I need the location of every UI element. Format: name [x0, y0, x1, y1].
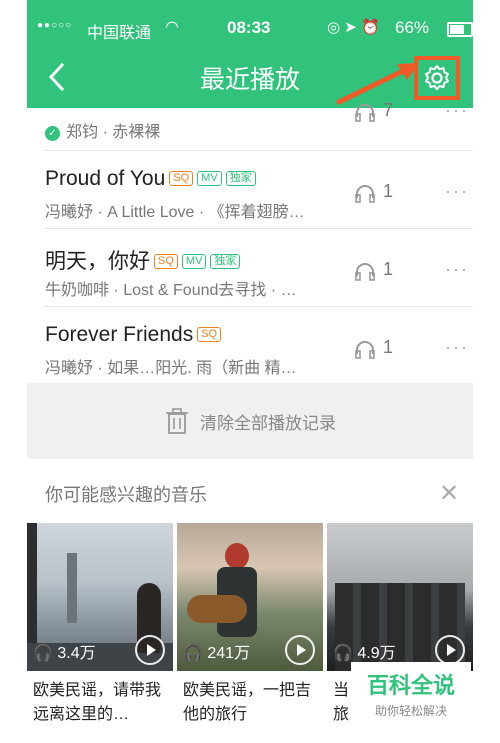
play-count: 🎧 4.9万 — [333, 645, 396, 662]
phone-screen: ●●○○○ 中国联通 ◠ 08:33 ◎ ➤ ⏰ 66% 最近播放 ✓ 郑钧 ·… — [27, 0, 473, 743]
headphone-icon — [355, 341, 375, 359]
playlist-cover: 🎧 241万 — [177, 523, 323, 671]
gear-icon — [425, 65, 449, 91]
song-row[interactable]: Proud of You SQ MV 独家 冯曦妤 · A Little Love ·… — [45, 151, 473, 229]
trash-icon — [166, 408, 188, 434]
mv-badge[interactable]: MV — [181, 254, 207, 269]
watermark-subtitle: 助你轻松解决 — [374, 704, 447, 718]
wifi-icon: ◠ — [165, 19, 179, 36]
tower-shape — [67, 553, 77, 623]
screenshot-frame: ●●○○○ 中国联通 ◠ 08:33 ◎ ➤ ⏰ 66% 最近播放 ✓ 郑钧 ·… — [0, 0, 500, 743]
song-meta: 牛奶咖啡 · Lost & Found去寻找 · … — [45, 282, 297, 299]
playlist-cover: 🎧 3.4万 — [27, 523, 173, 671]
playlist-cover: 🎧 4.9万 — [327, 523, 473, 671]
song-row[interactable]: ✓ 郑钧 · 赤裸裸 7 ··· — [45, 100, 473, 151]
play-count: 1 — [383, 337, 394, 357]
clock: 08:33 — [227, 18, 271, 37]
exclusive-badge: 独家 — [210, 254, 241, 269]
play-count: 🎧 3.4万 — [33, 645, 96, 662]
close-icon[interactable]: ✕ — [439, 479, 459, 508]
person-hat — [225, 543, 249, 569]
song-row[interactable]: 明天，你好 SQ MV 独家 牛奶咖啡 · Lost & Found去寻找 · … 1… — [45, 229, 473, 307]
song-title: 明天，你好 — [45, 250, 150, 273]
guitar-shape — [187, 595, 247, 623]
play-count: 7 — [383, 100, 394, 120]
song-meta: 冯曦妤 · A Little Love · 《挥着翅膀… — [45, 204, 305, 221]
song-meta: ✓ 郑钧 · 赤裸裸 — [45, 118, 345, 142]
watermark-title: 百科全说 — [366, 673, 455, 698]
play-button[interactable] — [135, 635, 165, 665]
headphone-icon — [355, 263, 375, 281]
section-title: 你可能感兴趣的音乐 — [45, 485, 207, 505]
headphone-icon — [355, 104, 375, 122]
suggested-music-header: 你可能感兴趣的音乐 ✕ — [27, 459, 473, 523]
playlist-caption: 欧美民谣，一把吉他的旅行 — [183, 682, 312, 723]
play-count: 🎧 241万 — [183, 645, 251, 662]
play-count: 1 — [383, 181, 394, 201]
clear-history-label: 清除全部播放记录 — [200, 413, 336, 433]
more-options-button[interactable]: ··· — [445, 181, 469, 202]
verified-icon: ✓ — [45, 126, 60, 141]
battery-icon — [447, 22, 473, 37]
playlist-caption: 欧美民谣，请带我远离这里的… — [33, 682, 162, 723]
playlist-card[interactable]: 🎧 3.4万 欧美民谣，请带我远离这里的… — [27, 523, 173, 727]
sq-badge: SQ — [169, 171, 194, 186]
watermark: 百科全说 助你轻松解决 — [351, 662, 471, 722]
sq-badge: SQ — [154, 254, 178, 269]
recent-song-list: ✓ 郑钧 · 赤裸裸 7 ··· Proud of You SQ MV 独家 冯曦妤 ·… — [27, 100, 473, 384]
play-button[interactable] — [285, 635, 315, 665]
song-title-row: Forever Friends SQ — [45, 323, 222, 347]
exclusive-badge: 独家 — [225, 171, 256, 186]
playlist-card[interactable]: 🎧 241万 欧美民谣，一把吉他的旅行 — [177, 523, 323, 727]
clear-history-button[interactable]: 清除全部播放记录 — [27, 383, 473, 459]
headphone-icon — [355, 185, 375, 203]
signal-icon: ●●○○○ — [37, 20, 73, 31]
status-bar: ●●○○○ 中国联通 ◠ 08:33 ◎ ➤ ⏰ 66% — [27, 0, 473, 44]
song-meta: 冯曦妤 · 如果…阳光. 雨（新曲 精… — [45, 360, 297, 377]
battery-percent: 66% — [395, 18, 430, 37]
sq-badge: SQ — [197, 327, 222, 342]
song-title: Forever Friends — [45, 323, 194, 346]
more-options-button[interactable]: ··· — [445, 259, 469, 280]
song-title: Proud of You — [45, 167, 166, 190]
carrier-label: 中国联通 — [87, 25, 152, 42]
song-title-row: 明天，你好 SQ MV 独家 — [45, 245, 241, 275]
more-options-button[interactable]: ··· — [445, 100, 469, 121]
annotation-arrow — [336, 63, 419, 105]
song-row[interactable]: Forever Friends SQ 冯曦妤 · 如果…阳光. 雨（新曲 精… 1… — [45, 307, 473, 384]
play-count: 1 — [383, 259, 394, 279]
play-button[interactable] — [435, 635, 465, 665]
more-options-button[interactable]: ··· — [445, 337, 469, 358]
song-title-row: Proud of You SQ MV 独家 — [45, 167, 256, 191]
status-icons: ◎ ➤ ⏰ — [327, 19, 380, 36]
mv-badge[interactable]: MV — [197, 171, 222, 186]
